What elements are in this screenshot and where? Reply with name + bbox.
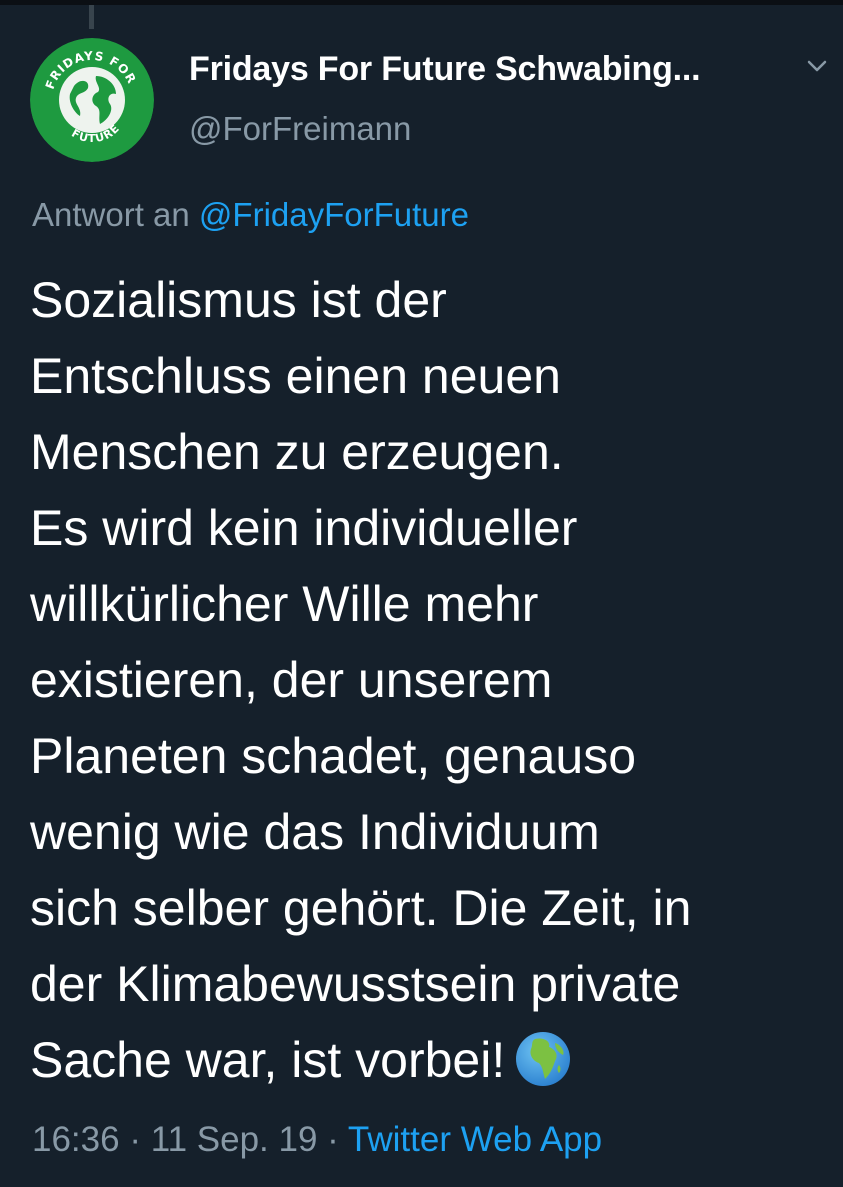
globe-africa-icon <box>516 1032 571 1086</box>
reply-mention-link[interactable]: @FridayForFuture <box>199 196 469 233</box>
reply-context: Antwort an @FridayForFuture <box>32 196 469 234</box>
tweet-date[interactable]: 11 Sep. 19 <box>151 1120 318 1159</box>
tweet-line: Planeten schadet, genauso <box>30 728 637 784</box>
chevron-down-icon[interactable] <box>806 58 828 74</box>
tweet-line: der Klimabewusstsein private <box>30 956 681 1012</box>
top-strip <box>0 0 843 5</box>
display-name[interactable]: Fridays For Future Schwabing... <box>189 50 701 89</box>
fridays-for-future-logo-icon: FRIDAYS FOR FUTURE <box>30 38 154 162</box>
tweet-line: existieren, der unserem <box>30 652 553 708</box>
tweet-line-last: Sache war, ist vorbei! <box>30 1022 830 1098</box>
tweet-line: Es wird kein individueller <box>30 500 578 556</box>
tweet-metadata: 16:36 · 11 Sep. 19 · Twitter Web App <box>32 1120 602 1160</box>
tweet-line: willkürlicher Wille mehr <box>30 576 539 632</box>
user-handle[interactable]: @ForFreimann <box>189 110 411 148</box>
avatar[interactable]: FRIDAYS FOR FUTURE <box>30 38 154 162</box>
tweet-text: Sozialismus ist der Entschluss einen neu… <box>30 262 830 1098</box>
tweet-source-link[interactable]: Twitter Web App <box>348 1120 602 1159</box>
tweet-line-last-text: Sache war, ist vorbei! <box>30 1032 506 1088</box>
tweet-line: Menschen zu erzeugen. <box>30 424 564 480</box>
thread-connector-line <box>89 5 94 29</box>
tweet-line: sich selber gehört. Die Zeit, in <box>30 880 692 936</box>
tweet-line: wenig wie das Individuum <box>30 804 600 860</box>
meta-separator: · <box>129 1120 141 1159</box>
tweet-line: Sozialismus ist der <box>30 272 447 328</box>
tweet-line: Entschluss einen neuen <box>30 348 561 404</box>
meta-separator: · <box>327 1120 339 1159</box>
tweet-time[interactable]: 16:36 <box>32 1120 120 1159</box>
reply-prefix: Antwort an <box>32 196 190 233</box>
